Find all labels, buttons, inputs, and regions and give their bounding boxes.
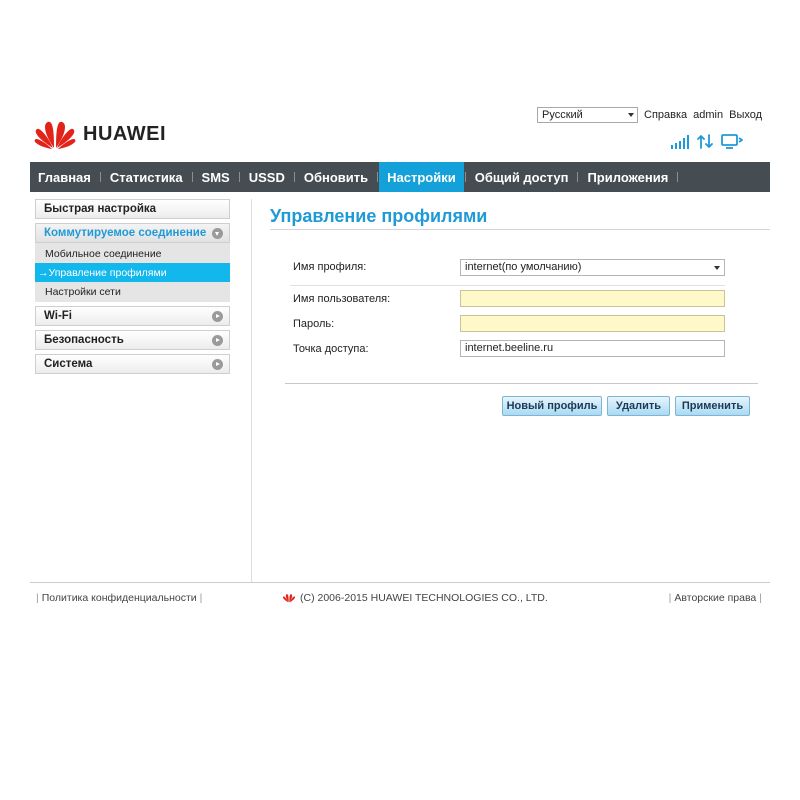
rights-link[interactable]: Авторские права [674, 592, 756, 604]
top-bar: HUAWEI Русский Справка admin Выход [0, 100, 800, 162]
page-title: Управление профилями [270, 206, 488, 226]
sidebar-subitem-1[interactable]: →Управление профилями [35, 263, 230, 282]
username-label: Имя пользователя: [293, 293, 391, 305]
content-divider [251, 199, 252, 582]
sidebar-item-label: Коммутируемое соединение [44, 227, 207, 239]
nav-item-1[interactable]: Статистика [102, 162, 191, 192]
huawei-flower-icon [34, 121, 76, 149]
brand-name: HUAWEI [83, 122, 166, 145]
form-divider [290, 285, 725, 286]
logout-link[interactable]: Выход [729, 109, 762, 121]
chevron-down-icon [628, 113, 634, 117]
nav-separator [293, 172, 295, 182]
nav-item-2[interactable]: SMS [194, 162, 238, 192]
top-links: Справка admin Выход [644, 109, 762, 121]
nav-separator [191, 172, 193, 182]
password-label: Пароль: [293, 318, 335, 330]
chevron-right-icon [212, 311, 223, 322]
nav-item-6[interactable]: Общий доступ [467, 162, 577, 192]
sidebar-submenu: Мобильное соединение →Управление профилям… [35, 243, 230, 302]
chevron-right-icon [212, 359, 223, 370]
huawei-small-logo-icon [282, 594, 296, 603]
nav-separator [464, 172, 466, 182]
sidebar-subitem-0[interactable]: Мобильное соединение [35, 244, 230, 263]
sidebar-item-label: Быстрая настройка [44, 203, 157, 215]
delete-button[interactable]: Удалить [607, 396, 670, 416]
chevron-right-icon [212, 335, 223, 346]
sidebar-subitem-2[interactable]: Настройки сети [35, 282, 230, 301]
sidebar-item-wifi[interactable]: Wi-Fi [35, 306, 230, 326]
title-divider [270, 229, 770, 230]
signal-strength-icon [671, 135, 689, 149]
help-link[interactable]: Справка [644, 109, 687, 121]
nav-separator [238, 172, 240, 182]
nav-item-3[interactable]: USSD [241, 162, 293, 192]
privacy-link[interactable]: Политика конфиденциальности [42, 592, 197, 604]
footer-copyright: (C) 2006-2015 HUAWEI TECHNOLOGIES CO., L… [282, 592, 548, 604]
sidebar-item-dialup[interactable]: Коммутируемое соединение [35, 223, 230, 243]
user-link[interactable]: admin [693, 109, 723, 121]
apply-button[interactable]: Применить [675, 396, 750, 416]
nav-item-4[interactable]: Обновить [296, 162, 376, 192]
nav-separator [99, 172, 101, 182]
apn-label: Точка доступа: [293, 343, 369, 355]
nav-separator [577, 172, 579, 182]
footer-privacy: | Политика конфиденциальности | [36, 592, 203, 604]
apn-field[interactable]: internet.beeline.ru [460, 340, 725, 357]
profile-name-value: internet(по умолчанию) [465, 261, 582, 273]
data-transfer-icon [697, 134, 713, 149]
sidebar-item-label: Система [44, 358, 93, 370]
username-field[interactable] [460, 290, 725, 307]
huawei-logo: HUAWEI [33, 118, 166, 150]
chevron-down-icon [212, 228, 223, 239]
footer-divider [30, 582, 770, 583]
copyright-text: (C) 2006-2015 HUAWEI TECHNOLOGIES CO., L… [300, 592, 548, 604]
form-bottom-divider [285, 383, 758, 384]
sidebar-item-label: Wi-Fi [44, 310, 72, 322]
profile-name-label: Имя профиля: [293, 261, 367, 273]
sidebar-item-label: Безопасность [44, 334, 124, 346]
language-value: Русский [542, 109, 583, 121]
new-profile-button[interactable]: Новый профиль [502, 396, 602, 416]
password-field[interactable] [460, 315, 725, 332]
nav-item-5[interactable]: Настройки [379, 162, 464, 192]
main-nav: Главная Статистика SMS USSD Обновить Настройк… [30, 162, 770, 192]
nav-separator [377, 172, 379, 182]
footer-rights: | Авторские права | [668, 592, 762, 604]
chevron-down-icon [714, 266, 720, 270]
language-select[interactable]: Русский [537, 107, 638, 123]
nav-separator [677, 172, 679, 182]
sidebar: Быстрая настройка Коммутируемое соединен… [35, 199, 230, 378]
sidebar-item-system[interactable]: Система [35, 354, 230, 374]
nav-item-0[interactable]: Главная [30, 162, 99, 192]
nav-item-7[interactable]: Приложения [579, 162, 676, 192]
profile-name-select[interactable]: internet(по умолчанию) [460, 259, 725, 276]
sidebar-item-quick-setup[interactable]: Быстрая настройка [35, 199, 230, 219]
sidebar-item-security[interactable]: Безопасность [35, 330, 230, 350]
status-icons [671, 134, 743, 149]
connection-monitor-icon [721, 134, 743, 149]
